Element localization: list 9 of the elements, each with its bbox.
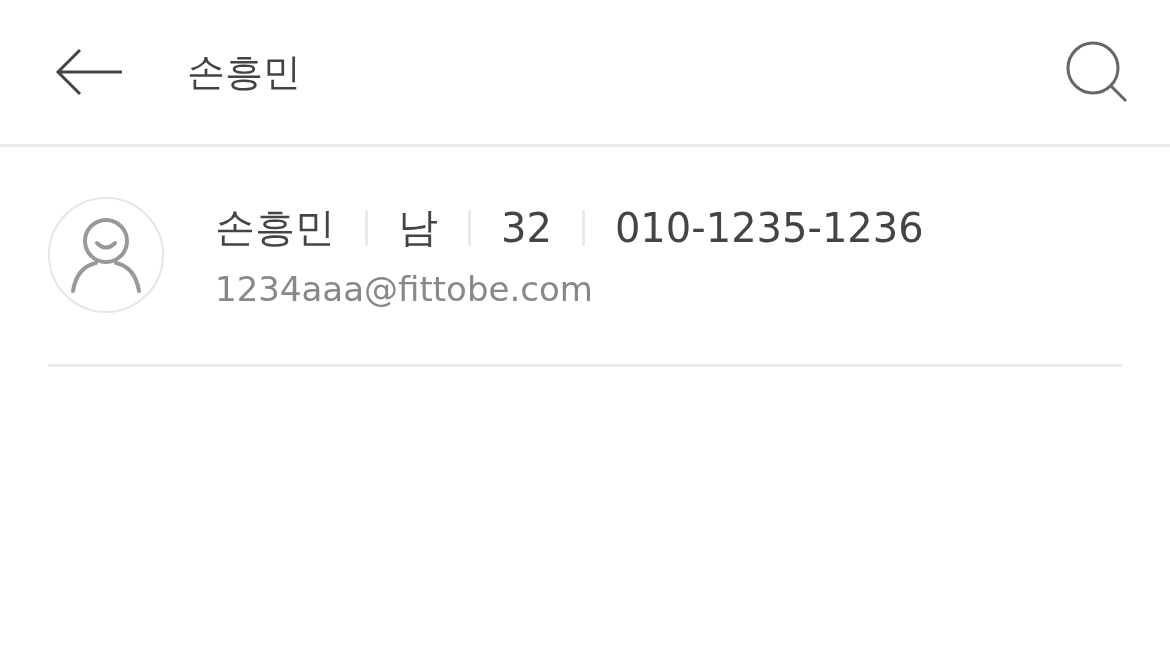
member-gender: 남 [398,203,438,252]
search-icon[interactable] [1066,41,1128,103]
member-phone: 010-1235-1236 [614,204,924,251]
member-name: 손흥민 [215,203,335,252]
page-title: 손흥민 [187,48,302,96]
person-icon [70,216,142,293]
member-email: 1234aaa@fittobe.com [215,269,594,309]
back-arrow-icon[interactable] [54,47,124,97]
member-age: 32 [501,204,552,251]
